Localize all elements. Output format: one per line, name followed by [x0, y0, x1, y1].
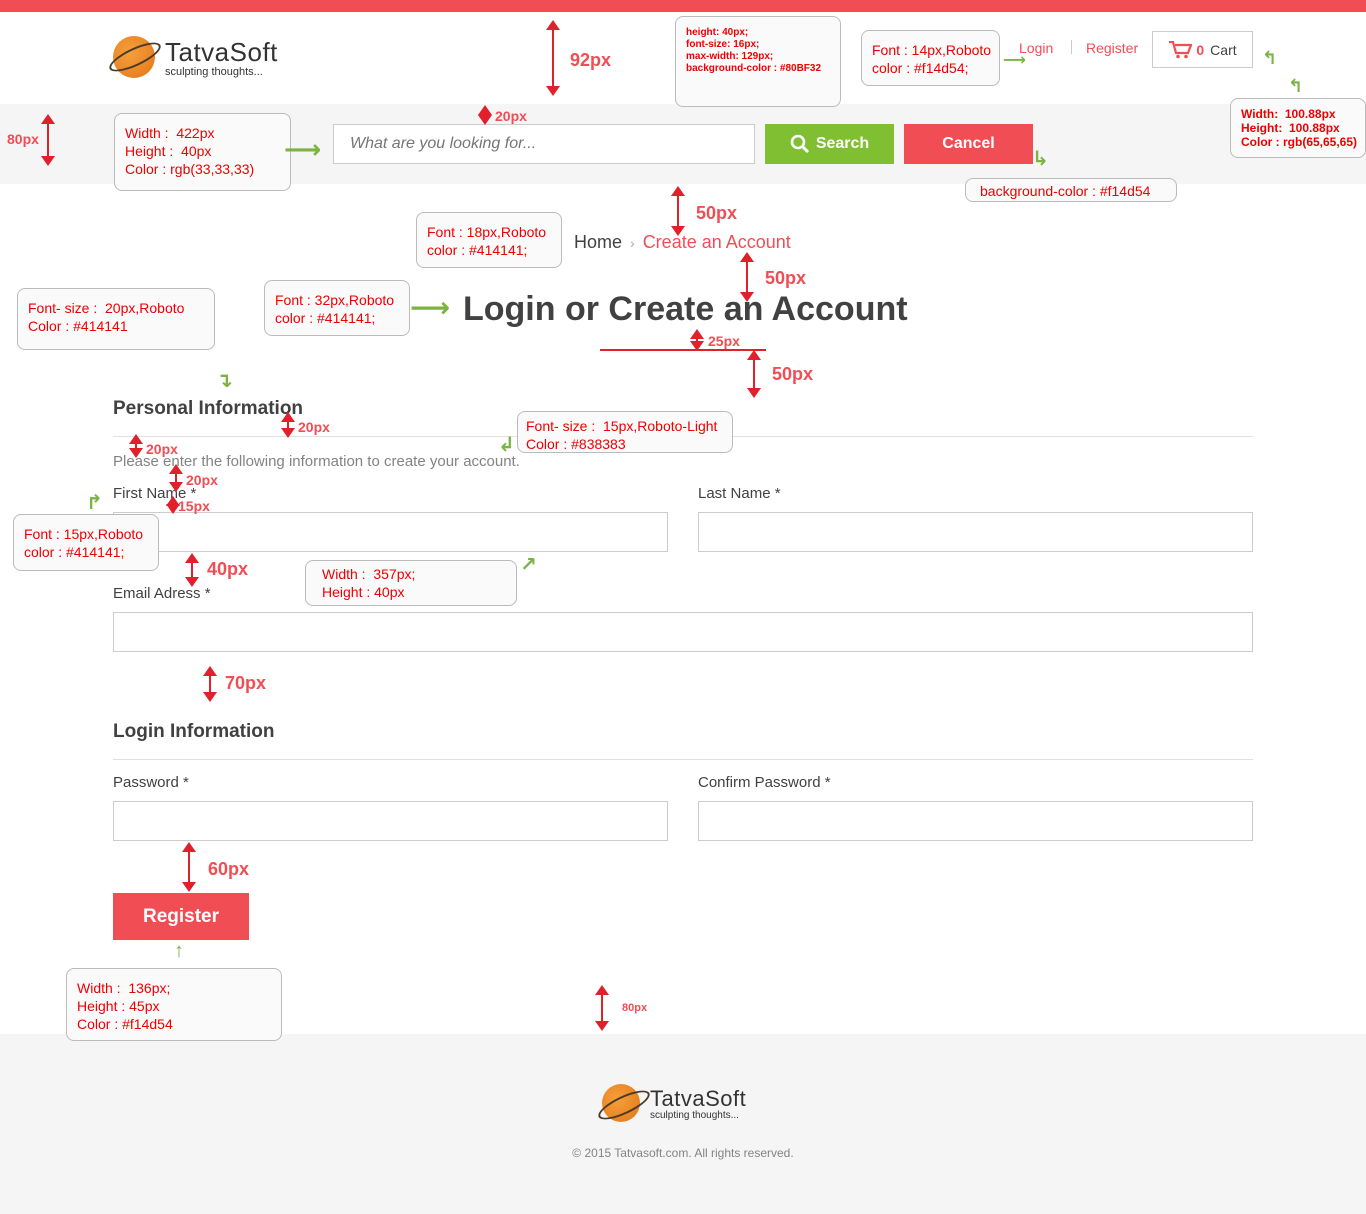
- logo-name: TatvaSoft: [165, 36, 278, 67]
- arrow-icon: ⟶: [1003, 52, 1026, 69]
- personal-info-title: Personal Information: [113, 398, 304, 419]
- dimension-marker: [129, 434, 143, 458]
- annotation-cart: Width: 100.88px Height: 100.88px Color :…: [1230, 98, 1366, 158]
- dimension-marker: [747, 350, 761, 398]
- dim-50c: 50px: [772, 364, 814, 384]
- search-button[interactable]: Search: [765, 124, 894, 164]
- cancel-button[interactable]: Cancel: [904, 124, 1033, 164]
- dimension-marker: [595, 985, 609, 1031]
- breadcrumb-current: Create an Account: [642, 232, 791, 252]
- dimension-marker: [740, 252, 754, 302]
- arrow-icon: ↳: [1032, 148, 1049, 170]
- annotation-label: Font : 15px,Roboto color : #414141;: [13, 514, 159, 571]
- annotation-section-title: Font- size : 20px,Roboto Color : #414141: [17, 288, 215, 350]
- page: TatvaSoft sculpting thoughts... Login Re…: [0, 0, 1366, 1214]
- annotation-field: Width : 357px; Height : 40px: [305, 560, 517, 606]
- password-field[interactable]: [113, 801, 668, 841]
- dim-80b: 80px: [622, 1002, 648, 1014]
- dim-20d: 20px: [186, 472, 218, 488]
- breadcrumb-home[interactable]: Home: [574, 232, 622, 252]
- search-input[interactable]: [333, 124, 755, 164]
- cart-count: 0: [1196, 41, 1205, 58]
- dimension-marker: [478, 105, 492, 125]
- cart-icon: [1169, 40, 1193, 58]
- arrow-icon: ↲: [498, 434, 515, 456]
- cart-label: Cart: [1210, 41, 1237, 58]
- copyright-text: © 2015 Tatvasoft.com. All rights reserve…: [572, 1146, 794, 1160]
- email-label: Email Adress *: [113, 585, 211, 602]
- header-logo[interactable]: TatvaSoft sculpting thoughts...: [113, 36, 278, 78]
- dimension-marker: [281, 412, 295, 438]
- annotation-page-title: Font : 32px,Roboto color : #414141;: [264, 280, 410, 336]
- logo-tagline: sculpting thoughts...: [165, 65, 263, 78]
- footer-logo-tagline: sculpting thoughts...: [650, 1109, 739, 1121]
- breadcrumb-separator: ›: [630, 235, 635, 251]
- footer-logo[interactable]: TatvaSoft sculpting thoughts...: [602, 1084, 746, 1122]
- cancel-button-label: Cancel: [942, 135, 995, 152]
- dim-50b: 50px: [765, 268, 807, 288]
- footer: [0, 1034, 1366, 1214]
- arrow-icon: ↰: [1262, 48, 1278, 68]
- arrow-icon: ↰: [1288, 76, 1304, 96]
- logo-icon: [113, 36, 155, 78]
- annotation-search-input: Width : 422px Height : 40px Color : rgb(…: [114, 113, 291, 191]
- search-button-label: Search: [815, 135, 870, 152]
- arrow-icon: ↗: [520, 554, 537, 576]
- annotation-breadcrumb: Font : 18px,Roboto color : #414141;: [416, 212, 562, 268]
- password-label: Password *: [113, 774, 189, 791]
- dim-20c: 20px: [146, 441, 178, 457]
- dimension-marker: [182, 842, 196, 892]
- register-button-label: Register: [142, 905, 220, 927]
- arrow-icon: ⟶: [284, 134, 322, 164]
- search-icon: [790, 134, 809, 154]
- arrow-icon: ⟶: [410, 292, 451, 323]
- dimension-marker: [41, 114, 55, 166]
- dim-70: 70px: [225, 673, 267, 693]
- register-link[interactable]: Register: [1086, 40, 1138, 56]
- cart-button[interactable]: 0 Cart: [1152, 31, 1253, 68]
- register-button[interactable]: Register: [113, 893, 249, 940]
- annotation-search-button: height: 40px; font-size: 16px; max-width…: [675, 16, 841, 107]
- dimension-marker: [166, 496, 180, 514]
- dim-80: 80px: [7, 131, 39, 147]
- dimension-marker: [185, 553, 199, 587]
- email-field[interactable]: [113, 612, 1253, 652]
- confirm-password-field[interactable]: [698, 801, 1253, 841]
- dim-15: 15px: [178, 498, 210, 514]
- arrow-icon: ↱: [86, 492, 103, 514]
- dimension-marker: [671, 186, 685, 236]
- dimension-marker: [546, 20, 560, 96]
- confirm-password-label: Confirm Password *: [698, 774, 831, 791]
- dim-20b: 20px: [298, 419, 330, 435]
- login-info-title: Login Information: [113, 721, 275, 742]
- dimension-marker: [690, 329, 704, 351]
- first-name-field[interactable]: [113, 512, 668, 552]
- login-info-divider: [113, 759, 1253, 760]
- dim-40: 40px: [207, 559, 249, 579]
- header-divider: [1071, 40, 1072, 54]
- dimension-marker: [203, 666, 217, 702]
- dim-20a: 20px: [495, 108, 527, 124]
- arrow-icon: ↴: [216, 370, 233, 392]
- annotation-subtitle: Font- size : 15px,Roboto-Light Color : #…: [517, 411, 733, 453]
- measure-line: [600, 349, 766, 351]
- dim-92: 92px: [570, 50, 612, 70]
- dim-25: 25px: [708, 333, 740, 349]
- dim-60: 60px: [208, 859, 250, 879]
- last-name-field[interactable]: [698, 512, 1253, 552]
- page-title: Login or Create an Account: [463, 290, 908, 328]
- annotation-cancel: background-color : #f14d54: [965, 178, 1177, 202]
- dimension-marker: [169, 464, 183, 492]
- arrow-icon: ↑: [174, 940, 184, 962]
- top-accent-bar: [0, 0, 1366, 12]
- annotation-register: Width : 136px; Height : 45px Color : #f1…: [66, 968, 282, 1041]
- footer-logo-icon: [602, 1084, 640, 1122]
- footer-logo-name: TatvaSoft: [650, 1085, 747, 1111]
- dim-50a: 50px: [696, 203, 738, 223]
- annotation-header-font: Font : 14px,Roboto color : #f14d54;: [861, 30, 1000, 86]
- last-name-label: Last Name *: [698, 485, 781, 502]
